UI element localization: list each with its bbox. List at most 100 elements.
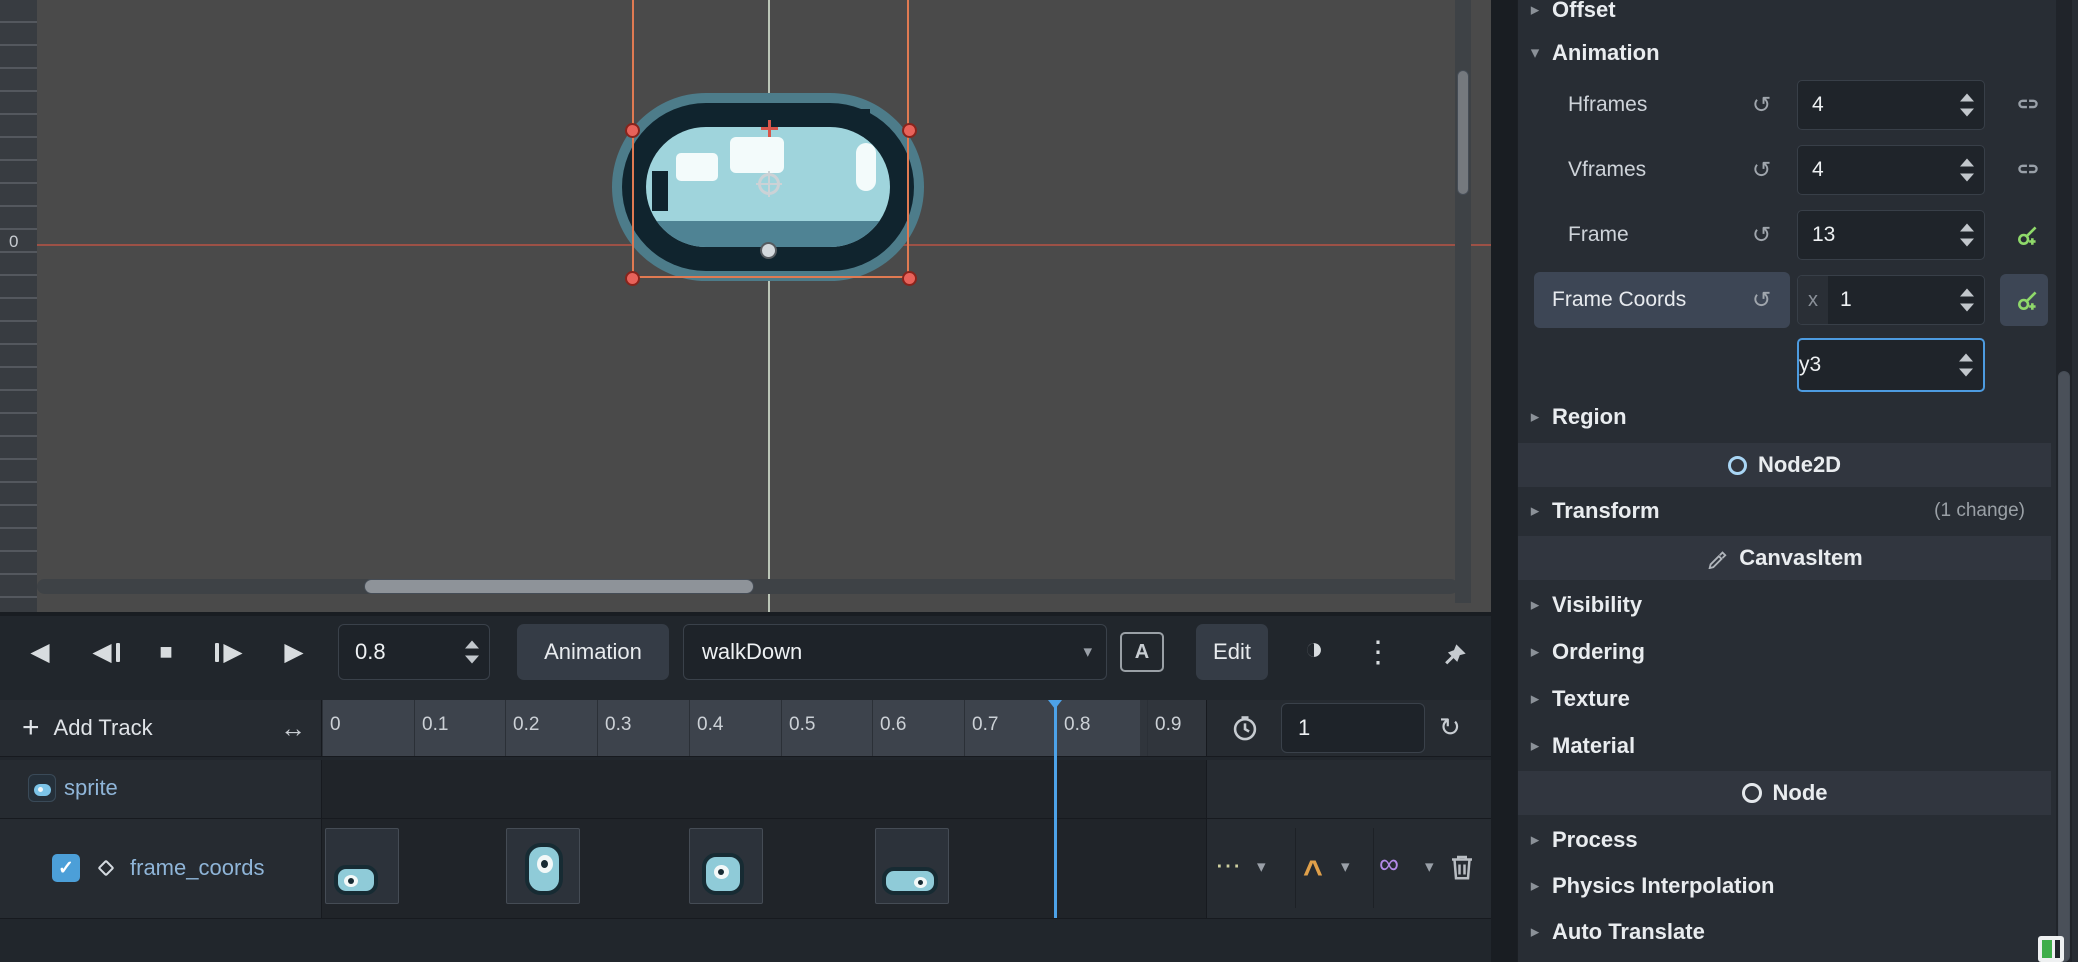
viewport-v-scrollbar-thumb[interactable] — [1457, 70, 1469, 195]
autoplay-on-load-button[interactable]: A — [1120, 632, 1164, 672]
track-options-cell — [1206, 760, 1491, 818]
onion-skinning-button[interactable]: ◑ — [1290, 620, 1338, 676]
play-from-start-button[interactable]: ▶ — [205, 624, 253, 680]
revert-icon[interactable]: ↺ — [1752, 287, 1771, 314]
section-texture[interactable]: ▸ Texture — [1518, 676, 2051, 722]
selection-rect[interactable] — [632, 0, 909, 278]
loop-wrap-mode-icon[interactable]: ∞ — [1379, 850, 1399, 878]
more-options-button[interactable]: ⋮ — [1358, 624, 1398, 680]
selection-handle[interactable] — [902, 123, 917, 138]
viewport-h-scrollbar[interactable] — [37, 579, 1458, 594]
animation-select[interactable]: walkDown ▾ — [683, 624, 1107, 680]
section-ordering[interactable]: ▸ Ordering — [1518, 629, 2051, 675]
spinner-arrows-icon[interactable] — [1959, 354, 1974, 377]
insert-key-icon[interactable] — [2006, 287, 2050, 313]
chevron-down-icon[interactable]: ▾ — [1425, 858, 1434, 875]
track-enabled-checkbox[interactable]: ✓ — [52, 854, 80, 882]
inspector-scrollbar[interactable] — [2056, 0, 2072, 962]
chevron-right-icon: ▸ — [1518, 407, 1552, 427]
selection-handle[interactable] — [625, 271, 640, 286]
play-icon: ▶ — [284, 637, 303, 667]
play-backwards-icon: ◀ — [30, 637, 49, 667]
frame-coords-y-spinbox[interactable]: y 3 — [1797, 338, 1985, 392]
edit-button[interactable]: Edit — [1196, 624, 1268, 680]
sprite2d-node-icon — [28, 774, 56, 802]
timeline-tick: 0.2 — [505, 700, 539, 756]
revert-icon[interactable]: ↺ — [1752, 157, 1771, 184]
revert-icon[interactable]: ↺ — [1752, 222, 1771, 249]
chevron-right-icon: ▸ — [1518, 689, 1552, 709]
corner-popup — [2038, 936, 2064, 962]
track-node-name: sprite — [64, 775, 118, 801]
play-button[interactable]: ▶ — [270, 624, 318, 680]
move-gizmo[interactable] — [758, 173, 780, 195]
spinner-arrows-icon[interactable] — [1960, 224, 1975, 247]
timeline-ruler[interactable]: 0 0.1 0.2 0.3 0.4 0.5 0.6 0.7 0.8 0.9 — [322, 700, 1206, 756]
update-mode-icon[interactable]: ⋯ — [1215, 852, 1243, 878]
play-backwards-button[interactable]: ◀ — [16, 624, 64, 680]
anchor-gizmo[interactable] — [760, 242, 777, 259]
chevron-down-icon[interactable]: ▾ — [1341, 858, 1350, 875]
viewport-v-scrollbar[interactable] — [1455, 0, 1471, 603]
animation-panel: ◀ ◀ ■ ▶ ▶ 0.8 Animation walkDown ▾ A — [0, 616, 1491, 962]
pin-icon — [1440, 642, 1468, 670]
spinner-arrows-icon[interactable] — [1960, 289, 1975, 312]
hframes-spinbox[interactable]: 4 — [1797, 80, 1985, 130]
section-visibility[interactable]: ▸ Visibility — [1518, 582, 2051, 628]
section-auto-translate[interactable]: ▸ Auto Translate — [1518, 909, 2051, 955]
revert-icon[interactable]: ↺ — [1752, 92, 1771, 119]
ruler-origin-label: 0 — [9, 232, 18, 252]
keyframe-thumbnail[interactable] — [875, 828, 949, 904]
vframes-spinbox[interactable]: 4 — [1797, 145, 1985, 195]
keyframe-thumbnail[interactable] — [325, 828, 399, 904]
selection-handle[interactable] — [625, 123, 640, 138]
play-backwards-from-end-button[interactable]: ◀ — [82, 624, 130, 680]
track-name-cell: sprite — [0, 760, 322, 818]
inspector-scrollbar-thumb[interactable] — [2058, 371, 2070, 962]
chevron-right-icon: ▸ — [1518, 0, 1552, 20]
link-icon — [2006, 92, 2050, 118]
track-name-cell: ✓ frame_coords — [0, 818, 322, 918]
timeline-tick: 0.9 — [1147, 700, 1181, 756]
section-offset[interactable]: ▸ Offset — [1518, 0, 2051, 33]
selection-handle[interactable] — [902, 271, 917, 286]
step-spinbox[interactable]: 1 — [1281, 703, 1425, 753]
interpolation-mode-icon[interactable]: ^ — [1303, 856, 1323, 890]
pivot-marker[interactable] — [761, 120, 778, 137]
timeline-tick: 0.7 — [964, 700, 998, 756]
spinner-arrows-icon[interactable] — [1960, 159, 1975, 182]
track-row-sprite[interactable]: sprite — [0, 760, 1491, 818]
canvas-viewport[interactable]: 0 — [0, 0, 1491, 612]
section-animation[interactable]: ▾ Animation — [1518, 30, 2051, 76]
animation-menu-button[interactable]: Animation — [517, 624, 669, 680]
viewport-h-scrollbar-thumb[interactable] — [364, 579, 754, 594]
section-transform[interactable]: ▸ Transform (1 change) — [1518, 488, 2051, 534]
pan-timeline-icon[interactable]: ↔ — [280, 713, 306, 744]
category-node2d: Node2D — [1518, 443, 2051, 487]
speed-spinbox[interactable]: 0.8 — [338, 624, 490, 680]
transform-changes-note: (1 change) — [1934, 500, 2025, 522]
stop-button[interactable]: ■ — [142, 624, 190, 680]
section-physics-interpolation[interactable]: ▸ Physics Interpolation — [1518, 863, 2051, 909]
keyframe-diamond-icon — [98, 860, 115, 877]
section-process[interactable]: ▸ Process — [1518, 817, 2051, 863]
playhead[interactable] — [1054, 700, 1057, 918]
chevron-down-icon[interactable]: ▾ — [1257, 858, 1266, 875]
insert-key-icon[interactable] — [2006, 222, 2050, 248]
track-row-frame-coords[interactable]: ✓ frame_coords — [0, 818, 1491, 918]
delete-track-icon[interactable] — [1447, 852, 1477, 882]
frame-spinbox[interactable]: 13 — [1797, 210, 1985, 260]
add-track-button[interactable]: + Add Track — [22, 709, 153, 747]
section-region[interactable]: ▸ Region — [1518, 394, 2051, 440]
loop-animation-icon[interactable]: ↻ — [1439, 712, 1461, 743]
pin-bottom-panel-button[interactable] — [1432, 628, 1476, 684]
spinner-arrows-icon[interactable] — [1960, 94, 1975, 117]
keyframe-thumbnail[interactable] — [506, 828, 580, 904]
snap-clock-icon[interactable] — [1231, 714, 1259, 742]
section-material[interactable]: ▸ Material — [1518, 723, 2051, 769]
frame-coords-x-spinbox[interactable]: x 1 — [1797, 275, 1985, 325]
inspector: ▸ Offset ▾ Animation Hframes ↺ 4 Vframes… — [1517, 0, 2078, 962]
spinner-arrows-icon[interactable] — [465, 641, 480, 664]
speed-value: 0.8 — [339, 639, 386, 665]
keyframe-thumbnail[interactable] — [689, 828, 763, 904]
